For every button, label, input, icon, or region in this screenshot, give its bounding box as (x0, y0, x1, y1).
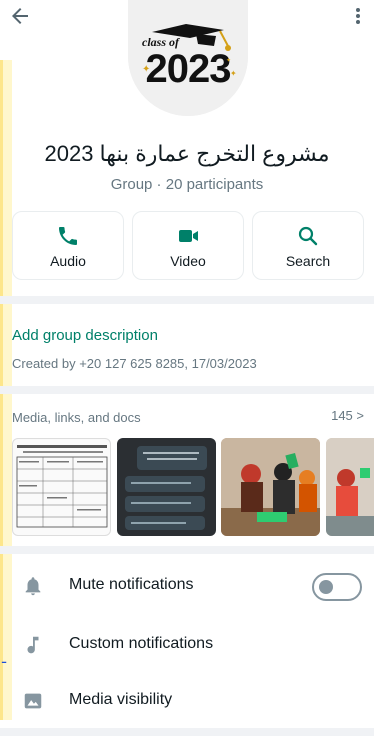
group-info-screen: class of 2023 ✦ ✦ ✦ مشروع التخرج عمارة ب… (0, 0, 374, 753)
video-label: Video (170, 253, 206, 269)
action-buttons: Audio Video Search (12, 211, 364, 281)
group-participants: Group · 20 participants (110, 176, 264, 193)
section-divider (0, 296, 374, 304)
svg-text:✦: ✦ (226, 57, 231, 64)
video-icon (179, 230, 198, 242)
image-icon (24, 693, 42, 709)
audio-call-button[interactable]: Audio (12, 211, 124, 280)
media-visibility-row[interactable]: Media visibility (0, 676, 374, 726)
svg-text:2023: 2023 (146, 47, 231, 91)
media-section-title[interactable]: Media, links, and docs (12, 410, 141, 425)
media-thumbnail[interactable] (117, 438, 216, 536)
custom-notifications-row[interactable]: Custom notifications (0, 620, 374, 670)
media-count[interactable]: 145 > (331, 408, 364, 423)
group-name[interactable]: مشروع التخرج عمارة بنها 2023 (0, 141, 374, 167)
custom-notifications-label: Custom notifications (69, 635, 214, 652)
phone-icon (59, 227, 77, 245)
svg-text:✦: ✦ (230, 69, 237, 78)
bell-icon (25, 577, 41, 596)
section-divider (0, 728, 374, 736)
mute-notifications-label: Mute notifications (69, 576, 194, 593)
media-thumbnail[interactable] (12, 438, 111, 536)
music-note-icon (27, 636, 39, 654)
add-group-description-link[interactable]: Add group description (12, 327, 158, 344)
audio-label: Audio (50, 253, 86, 269)
group-avatar[interactable]: class of 2023 ✦ ✦ ✦ (128, 0, 248, 116)
search-icon (298, 226, 318, 246)
toggle-knob (319, 580, 333, 594)
mute-toggle[interactable] (312, 573, 362, 601)
class-of-2023-logo: class of 2023 ✦ ✦ ✦ (128, 0, 248, 116)
more-vert-icon[interactable] (350, 4, 366, 28)
media-thumbnail[interactable] (326, 438, 374, 536)
svg-text:✦: ✦ (142, 64, 150, 75)
section-divider (0, 386, 374, 394)
video-call-button[interactable]: Video (132, 211, 244, 280)
search-label: Search (285, 253, 331, 269)
section-divider (0, 546, 374, 554)
media-thumbnail[interactable] (221, 438, 320, 536)
arrow-left-icon[interactable] (8, 4, 32, 28)
edge-mark: ـ (2, 650, 7, 666)
media-visibility-label: Media visibility (69, 691, 173, 708)
mute-notifications-row[interactable]: Mute notifications (0, 561, 374, 611)
created-by-text: Created by +20 127 625 8285, 17/03/2023 (12, 356, 257, 371)
search-button[interactable]: Search (252, 211, 364, 280)
